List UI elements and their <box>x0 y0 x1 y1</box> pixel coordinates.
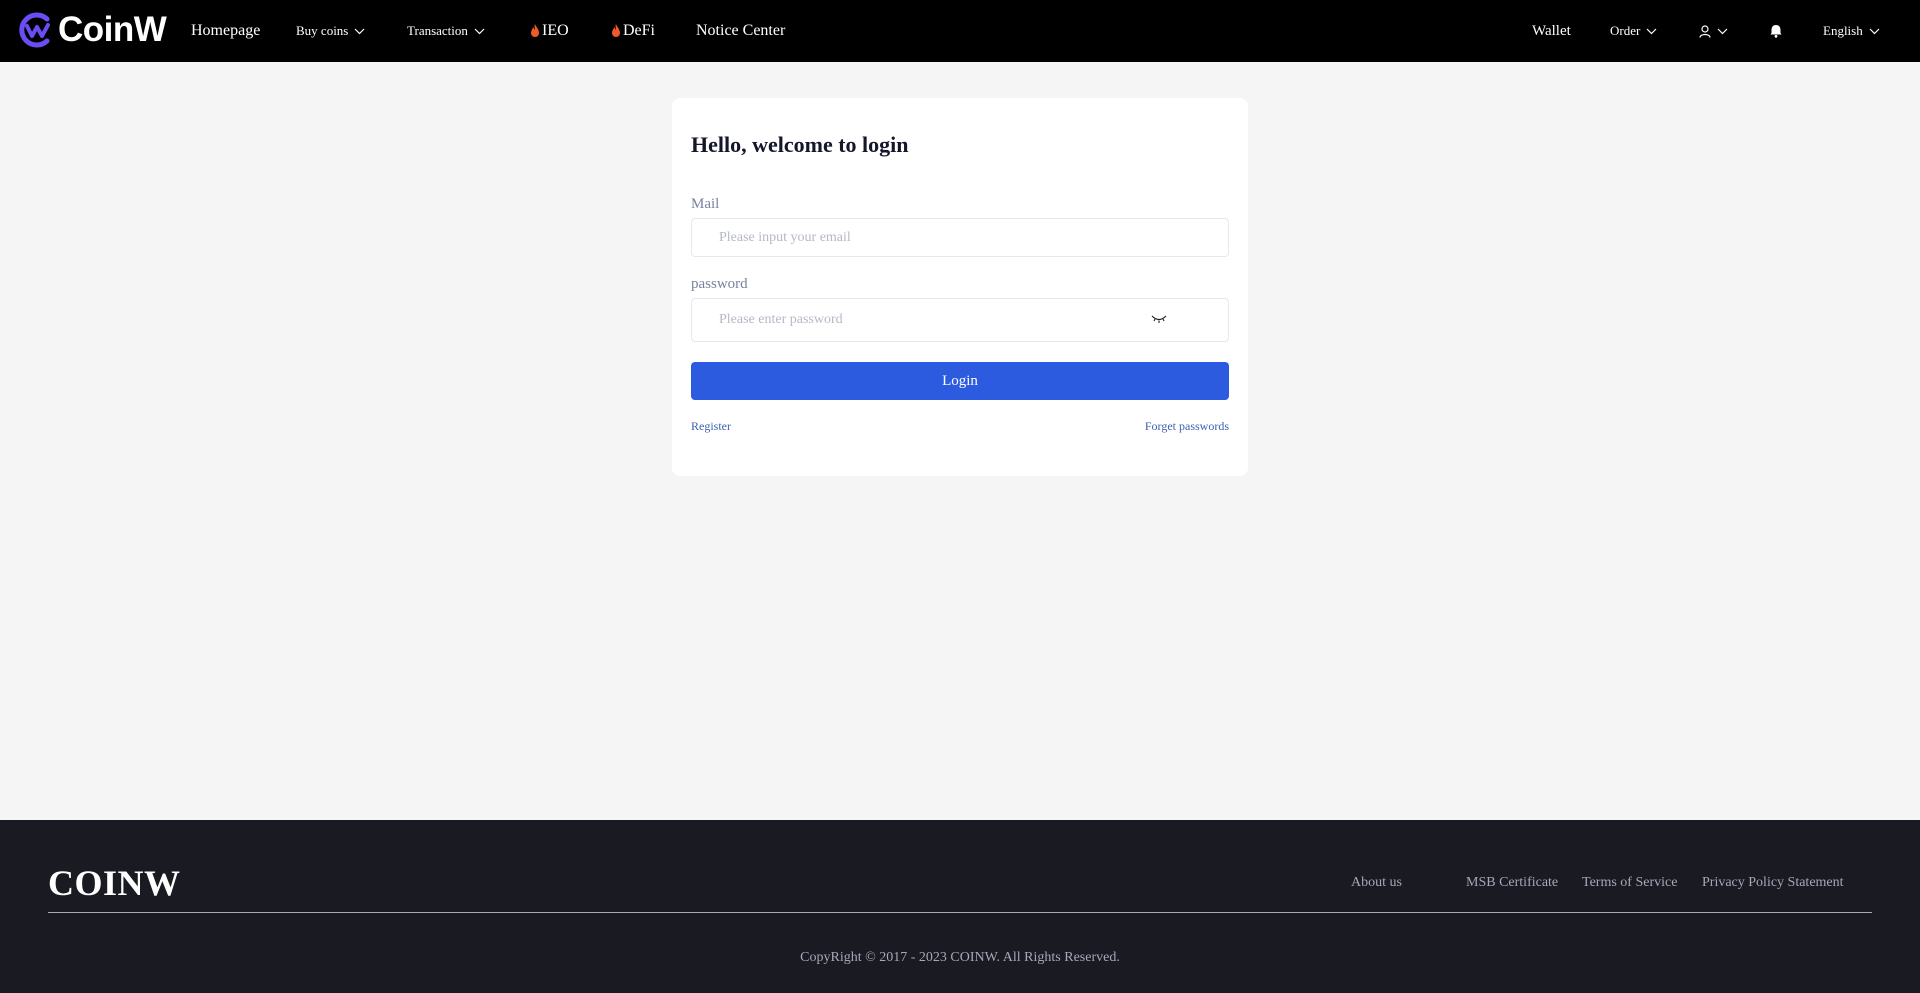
footer-brand: COINW <box>48 863 181 903</box>
footer-divider <box>48 912 1872 913</box>
nav-wallet-label: Wallet <box>1532 22 1571 39</box>
nav-notice-center[interactable]: Notice Center <box>696 0 785 62</box>
nav-order-label: Order <box>1610 23 1641 38</box>
register-link[interactable]: Register <box>691 419 731 434</box>
chevron-down-icon <box>1717 28 1728 34</box>
copyright-text: CopyRight © 2017 - 2023 COINW. All Right… <box>800 950 1120 965</box>
notification-button[interactable] <box>1770 0 1782 62</box>
nav-ieo[interactable]: IEO <box>530 0 569 62</box>
nav-wallet[interactable]: Wallet <box>1532 0 1571 62</box>
chevron-down-icon <box>1646 28 1657 34</box>
email-input[interactable] <box>719 219 1139 256</box>
flame-icon <box>531 24 539 37</box>
nav-homepage[interactable]: Homepage <box>191 0 260 62</box>
nav-ieo-label: IEO <box>542 22 569 39</box>
footer-link-terms[interactable]: Terms of Service <box>1582 875 1677 891</box>
nav-buy-coins-label: Buy coins <box>296 23 349 38</box>
footer-link-msb[interactable]: MSB Certificate <box>1466 875 1558 891</box>
nav-buy-coins[interactable]: Buy coins <box>296 0 365 62</box>
bell-icon <box>1770 25 1782 38</box>
login-card: Hello, welcome to login Mail password Lo… <box>672 98 1248 476</box>
user-menu[interactable] <box>1699 0 1728 62</box>
forget-password-link[interactable]: Forget passwords <box>1145 419 1229 434</box>
user-icon <box>1699 24 1711 38</box>
nav-transaction-label: Transaction <box>407 23 468 38</box>
password-field <box>691 298 1229 342</box>
footer-link-about[interactable]: About us <box>1351 875 1402 891</box>
nav-transaction[interactable]: Transaction <box>407 0 485 62</box>
language-selector[interactable]: English <box>1823 0 1880 62</box>
login-title: Hello, welcome to login <box>691 132 909 157</box>
mail-label: Mail <box>691 196 720 212</box>
nav-notice-center-label: Notice Center <box>696 22 786 39</box>
coinw-logo-icon <box>19 12 50 48</box>
footer-link-privacy[interactable]: Privacy Policy Statement <box>1702 875 1844 891</box>
chevron-down-icon <box>354 28 365 34</box>
password-input[interactable] <box>719 299 1139 341</box>
mail-field <box>691 218 1229 257</box>
nav-defi-label: DeFi <box>623 22 655 39</box>
coinw-logo[interactable]: CoinW <box>18 10 167 50</box>
brand-name: CoinW <box>58 10 167 49</box>
password-label: password <box>691 276 748 292</box>
nav-defi[interactable]: DeFi <box>611 0 655 62</box>
eye-closed-icon[interactable] <box>1150 313 1168 325</box>
chevron-down-icon <box>1869 28 1880 34</box>
flame-icon <box>612 24 620 37</box>
login-button[interactable]: Login <box>691 362 1229 400</box>
nav-homepage-label: Homepage <box>191 22 261 39</box>
footer: COINW About us MSB Certificate Terms of … <box>0 820 1920 993</box>
chevron-down-icon <box>474 28 485 34</box>
language-label: English <box>1823 23 1863 38</box>
top-navbar: CoinW Homepage Buy coins Transaction IEO… <box>0 0 1920 62</box>
nav-order[interactable]: Order <box>1610 0 1657 62</box>
